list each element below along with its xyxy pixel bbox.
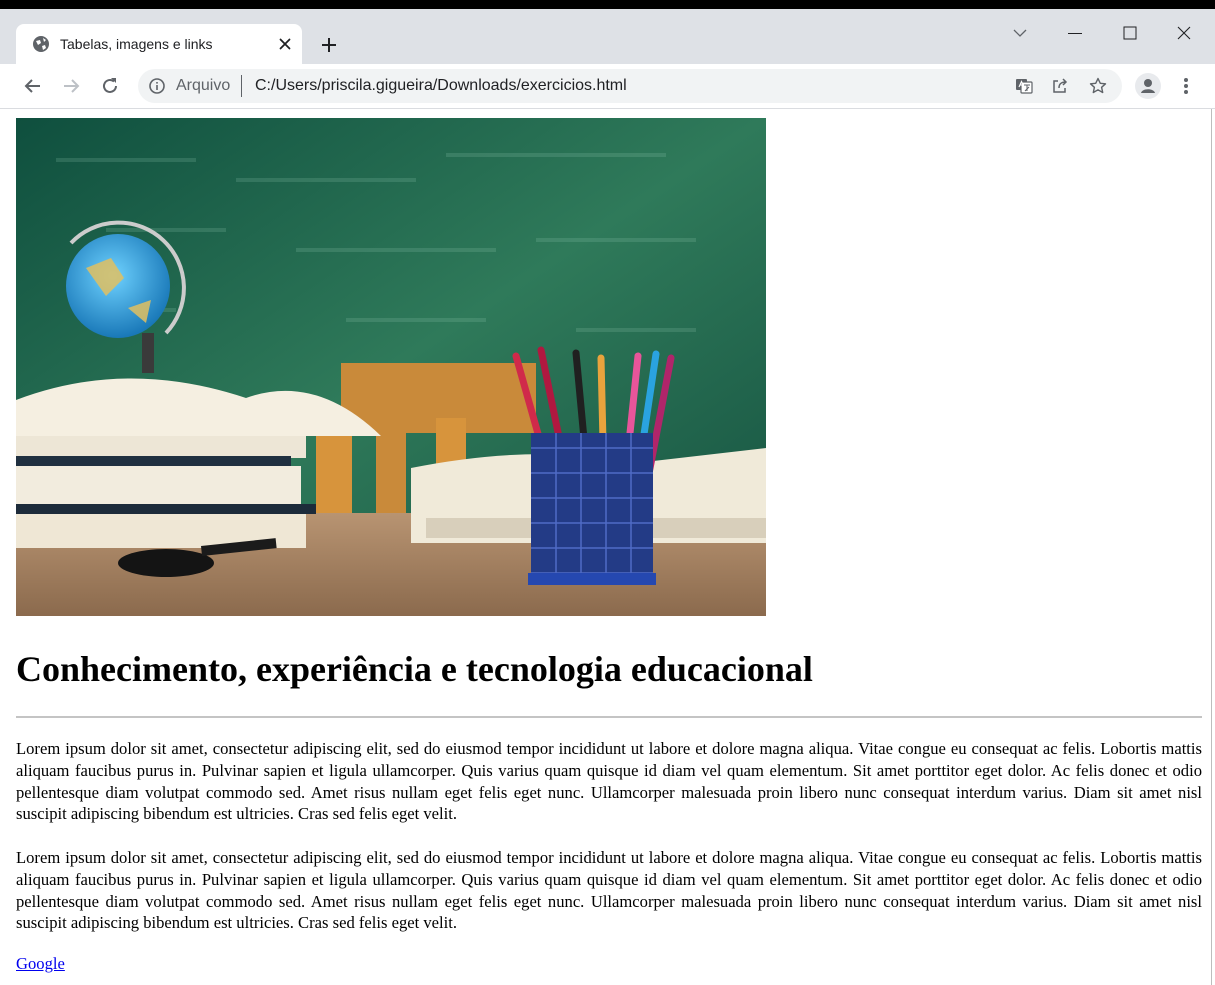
close-tab-icon[interactable]: [274, 33, 296, 55]
maximize-icon[interactable]: [1118, 21, 1142, 45]
tab-search-chevron-icon[interactable]: [1008, 21, 1032, 45]
paragraph-2: Lorem ipsum dolor sit amet, consectetur …: [16, 848, 1202, 933]
tab-active[interactable]: Tabelas, imagens e links: [16, 24, 302, 64]
hero-image-classroom: [16, 118, 766, 616]
url-separator: [241, 75, 242, 97]
translate-icon[interactable]: [1014, 76, 1034, 96]
close-window-icon[interactable]: [1172, 21, 1196, 45]
screen-top-edge: [0, 0, 1215, 9]
back-arrow-icon[interactable]: [21, 74, 45, 98]
page-heading: Conhecimento, experiência e tecnologia e…: [16, 649, 813, 689]
google-link[interactable]: Google: [16, 953, 65, 975]
address-bar[interactable]: Arquivo C:/Users/priscila.gigueira/Downl…: [138, 69, 1122, 103]
menu-kebab-icon[interactable]: [1176, 74, 1196, 98]
tab-title: Tabelas, imagens e links: [60, 36, 213, 52]
tab-strip: Tabelas, imagens e links: [0, 9, 1215, 64]
paragraph-1: Lorem ipsum dolor sit amet, consectetur …: [16, 739, 1202, 824]
horizontal-rule: [16, 716, 1202, 718]
url-scheme-label: Arquivo: [176, 77, 231, 94]
info-icon[interactable]: [148, 77, 166, 95]
reload-icon[interactable]: [98, 74, 122, 98]
forward-arrow-icon[interactable]: [59, 74, 83, 98]
bookmark-star-icon[interactable]: [1088, 76, 1108, 96]
browser-toolbar: Arquivo C:/Users/priscila.gigueira/Downl…: [0, 64, 1215, 109]
share-icon[interactable]: [1050, 76, 1070, 96]
globe-icon: [33, 36, 49, 52]
window-right-edge: [1211, 109, 1212, 985]
page-content: Conhecimento, experiência e tecnologia e…: [0, 109, 1210, 985]
url-text[interactable]: C:/Users/priscila.gigueira/Downloads/exe…: [255, 77, 627, 95]
profile-avatar-icon[interactable]: [1135, 73, 1161, 99]
new-tab-icon[interactable]: [318, 34, 340, 56]
minimize-icon[interactable]: [1063, 21, 1087, 45]
